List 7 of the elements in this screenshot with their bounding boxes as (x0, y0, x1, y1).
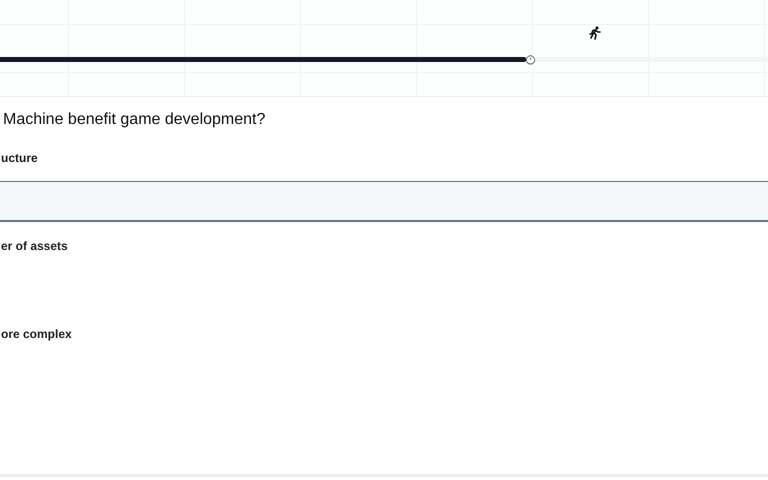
answer-option[interactable]: ore complex (0, 311, 768, 399)
answer-option[interactable]: ucture (0, 135, 768, 223)
question-text: Machine benefit game development? (2, 110, 266, 130)
option-label: er of assets (0, 239, 69, 255)
answer-option[interactable]: er of assets (0, 223, 768, 311)
option-label: ore complex (0, 327, 73, 343)
option-label: ucture (0, 151, 39, 167)
